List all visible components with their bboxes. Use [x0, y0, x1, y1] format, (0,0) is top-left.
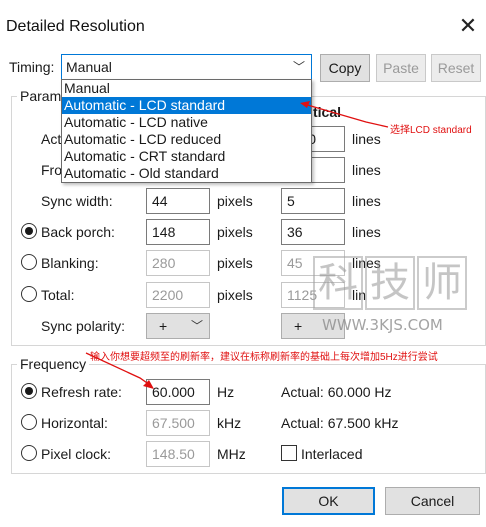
- arrowhead-lcd-standard: [300, 101, 310, 108]
- annotation-refresh-tip: 输入你想要超频至的刷新率，建议在标称刷新率的基础上每次增加5Hz进行尝试: [90, 352, 438, 363]
- arrow-to-lcd-standard: [303, 103, 389, 128]
- annotation-arrows: [85, 101, 389, 389]
- annotation-select-lcd: 选择LCD standard: [390, 125, 472, 136]
